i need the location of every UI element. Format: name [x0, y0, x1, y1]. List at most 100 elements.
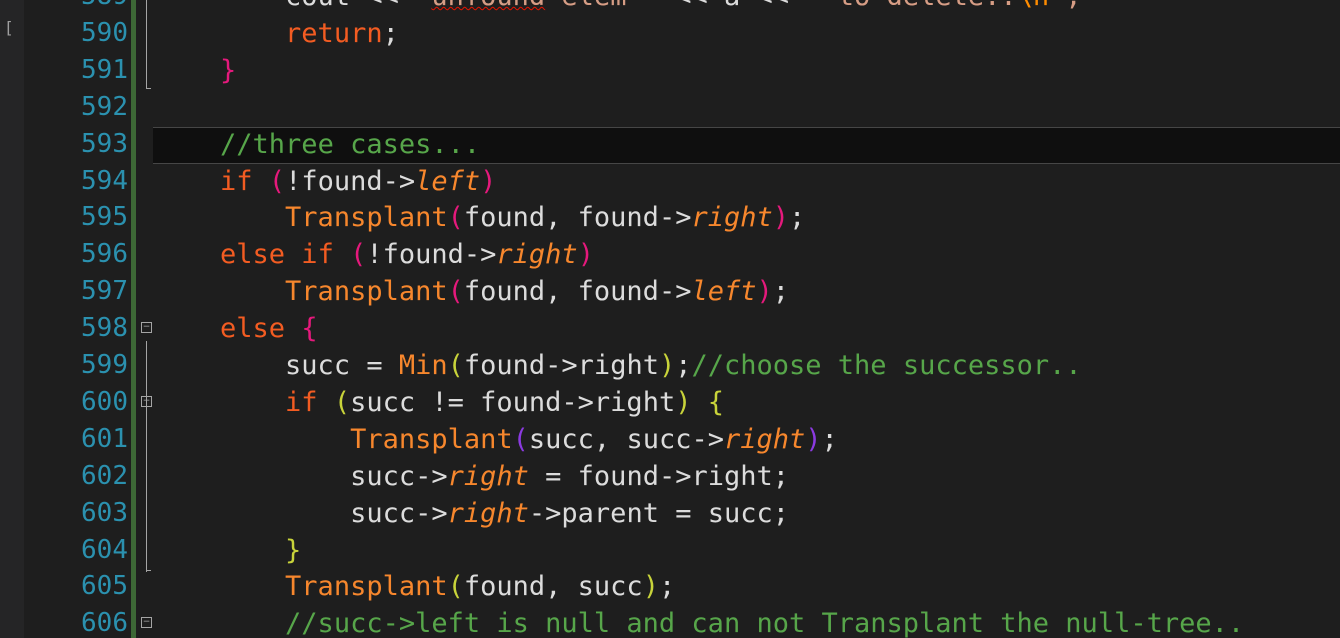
outline-guide-end — [146, 570, 151, 571]
code-token: elem " — [545, 0, 659, 12]
line-number: 595 — [81, 202, 128, 233]
code-token: Transplant — [285, 202, 448, 234]
code-token: " to delete.. — [805, 0, 1016, 12]
code-token: ( — [447, 202, 464, 234]
code-token: } — [285, 534, 302, 566]
line-number: 597 — [81, 276, 128, 307]
code-text[interactable]: succ = Min(found->right);//choose the su… — [155, 347, 1082, 384]
outline-guide-end — [146, 88, 151, 89]
code-token: succ != found->right — [350, 386, 676, 418]
code-text[interactable]: else if (!found->right) — [155, 236, 594, 273]
code-text[interactable]: //succ->left is null and can not Transpl… — [155, 605, 1244, 638]
code-token: //succ->left is null and can not Transpl… — [285, 608, 1245, 638]
line-number: 591 — [81, 54, 128, 85]
line-number: 603 — [81, 497, 128, 528]
code-token: ; — [789, 202, 806, 234]
code-text[interactable]: } — [155, 532, 301, 569]
code-text[interactable]: Transplant(found, found->right); — [155, 199, 805, 236]
code-text[interactable]: if (succ != found->right) { — [155, 384, 724, 421]
line-number: 592 — [81, 91, 128, 122]
code-token: { — [707, 386, 724, 418]
code-text[interactable]: //three cases... — [155, 126, 480, 163]
code-token: Transplant — [285, 276, 448, 308]
outline-guide — [146, 0, 147, 88]
code-text[interactable]: succ->right->parent = succ; — [155, 495, 789, 532]
code-token: else if — [220, 239, 334, 271]
code-token: found, found-> — [463, 276, 692, 308]
collapse-toggle-icon[interactable]: − — [141, 322, 152, 334]
code-token: { — [301, 313, 318, 345]
code-text[interactable]: Transplant(found, found->left); — [155, 273, 789, 310]
code-token: ) — [642, 571, 659, 603]
code-token: return — [285, 17, 383, 49]
code-token: !found-> — [285, 165, 416, 197]
code-token: ) — [480, 165, 497, 197]
code-token: } — [220, 54, 237, 86]
code-token: found, succ — [463, 571, 643, 603]
line-number: 598 — [81, 313, 128, 344]
code-token: right — [447, 497, 529, 529]
code-token: found->right — [463, 350, 659, 381]
code-token: //three cases... — [220, 128, 481, 160]
code-token: !found-> — [366, 239, 497, 271]
code-token: ( — [350, 239, 367, 271]
code-text[interactable]: Transplant(succ, succ->right); — [155, 421, 838, 458]
code-token: ; — [658, 571, 676, 603]
code-token: ( — [447, 350, 464, 381]
code-token: cout — [285, 0, 350, 12]
code-token: right — [723, 423, 806, 455]
code-editor[interactable]: [ 589 cout << "unfound elem " << a << " … — [0, 0, 1340, 638]
collapse-toggle-icon[interactable]: − — [141, 617, 152, 629]
outline-guide — [146, 415, 147, 572]
code-token: left — [415, 165, 481, 197]
code-token: << — [350, 0, 415, 12]
code-text[interactable]: succ->right = found->right; — [155, 458, 789, 495]
code-token: succ-> — [350, 497, 448, 529]
code-token: = found->right; — [528, 460, 789, 492]
code-text[interactable]: if (!found->left) — [155, 163, 496, 200]
code-token: if — [285, 386, 318, 418]
code-text[interactable]: return; — [155, 15, 399, 52]
code-token: \n — [1017, 0, 1050, 12]
code-token: Transplant — [285, 571, 448, 603]
line-number: 594 — [81, 165, 128, 196]
line-number: 593 — [81, 128, 128, 159]
code-text[interactable]: cout << "unfound elem " << a << " to del… — [155, 0, 1082, 15]
line-number: 601 — [81, 423, 128, 454]
code-token: ( — [333, 386, 351, 418]
code-text[interactable]: } — [155, 52, 236, 89]
code-token: //choose the successor.. — [691, 350, 1082, 381]
code-token: succ, succ-> — [528, 423, 724, 455]
outline-guide — [146, 341, 147, 415]
code-text[interactable]: else { — [155, 310, 318, 347]
code-token: ; — [382, 17, 399, 49]
code-token: Transplant — [350, 423, 513, 455]
code-token: << a << — [659, 0, 805, 12]
line-number: 600 — [81, 386, 128, 417]
code-token: else — [220, 313, 286, 345]
code-token: " — [415, 0, 431, 12]
code-token: ( — [447, 276, 464, 308]
code-text[interactable]: Transplant(found, succ); — [155, 568, 675, 605]
code-token: ) — [658, 350, 676, 381]
code-token: ; — [675, 350, 692, 381]
code-token: ( — [268, 165, 286, 197]
code-token: ) — [756, 276, 773, 308]
